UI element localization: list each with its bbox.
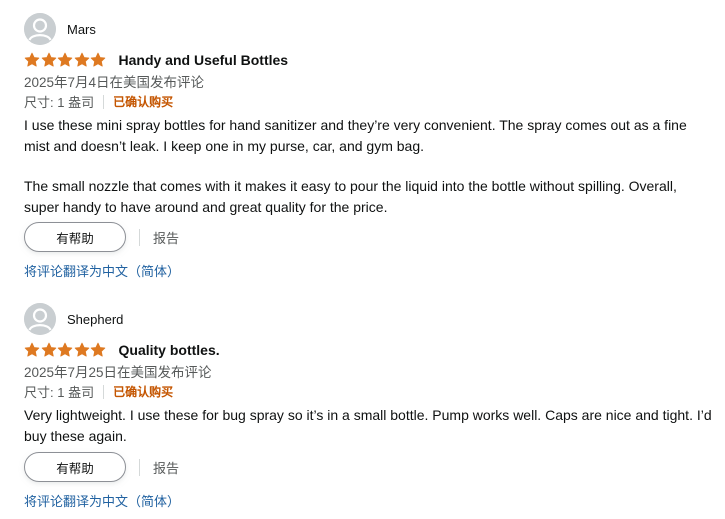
star-icon	[74, 342, 89, 357]
review-body: I use these mini spray bottles for hand …	[24, 115, 714, 217]
review-paragraph: I use these mini spray bottles for hand …	[24, 117, 687, 154]
report-link[interactable]: 报告	[153, 458, 179, 477]
review-meta: 尺寸: 1 盎司 已确认购买	[24, 92, 173, 111]
review-body: Very lightweight. I use these for bug sp…	[24, 405, 714, 446]
star-icon	[24, 52, 40, 67]
report-link[interactable]: 报告	[153, 228, 179, 247]
review-title[interactable]: Handy and Useful Bottles	[119, 52, 289, 68]
rating-title-line: Quality bottles.	[24, 340, 220, 360]
size-label[interactable]: 尺寸: 1 盎司	[24, 382, 94, 401]
translate-review-link[interactable]: 将评论翻译为中文（简体）	[24, 491, 180, 510]
reviewer-profile[interactable]: Mars	[24, 13, 96, 45]
review-title[interactable]: Quality bottles.	[119, 342, 220, 358]
actions-divider	[139, 228, 140, 246]
star-icon	[41, 342, 56, 357]
size-label[interactable]: 尺寸: 1 盎司	[24, 92, 94, 111]
star-icon	[90, 52, 106, 67]
meta-divider	[103, 384, 105, 399]
default-user-avatar-icon	[24, 303, 56, 335]
reviewer-name: Mars	[67, 21, 96, 37]
star-icon	[57, 52, 73, 67]
review-paragraph: The small nozzle that comes with it make…	[24, 178, 677, 215]
star-icon	[90, 342, 106, 357]
review-paragraph: Very lightweight. I use these for bug sp…	[24, 407, 712, 444]
rating-title-line: Handy and Useful Bottles	[24, 50, 288, 70]
default-user-avatar-icon	[24, 13, 56, 45]
review-meta: 尺寸: 1 盎司 已确认购买	[24, 382, 173, 401]
verified-purchase-badge[interactable]: 已确认购买	[113, 93, 173, 110]
helpful-button[interactable]: 有帮助	[24, 452, 126, 482]
star-rating[interactable]	[24, 342, 107, 358]
star-rating[interactable]	[24, 52, 107, 68]
reviewer-profile[interactable]: Shepherd	[24, 303, 123, 335]
star-icon	[57, 342, 73, 357]
helpful-button[interactable]: 有帮助	[24, 222, 126, 252]
review-actions: 有帮助 报告	[24, 452, 179, 482]
review-date: 2025年7月25日在美国发布评论	[24, 365, 212, 380]
star-icon	[74, 52, 89, 67]
star-icon	[41, 52, 56, 67]
actions-divider	[139, 458, 140, 476]
meta-divider	[103, 94, 105, 109]
translate-review-link[interactable]: 将评论翻译为中文（简体）	[24, 261, 180, 280]
reviewer-name: Shepherd	[67, 311, 124, 327]
verified-purchase-badge[interactable]: 已确认购买	[113, 383, 173, 400]
star-icon	[24, 342, 40, 357]
review-date: 2025年7月4日在美国发布评论	[24, 75, 205, 90]
review-actions: 有帮助 报告	[24, 222, 179, 252]
